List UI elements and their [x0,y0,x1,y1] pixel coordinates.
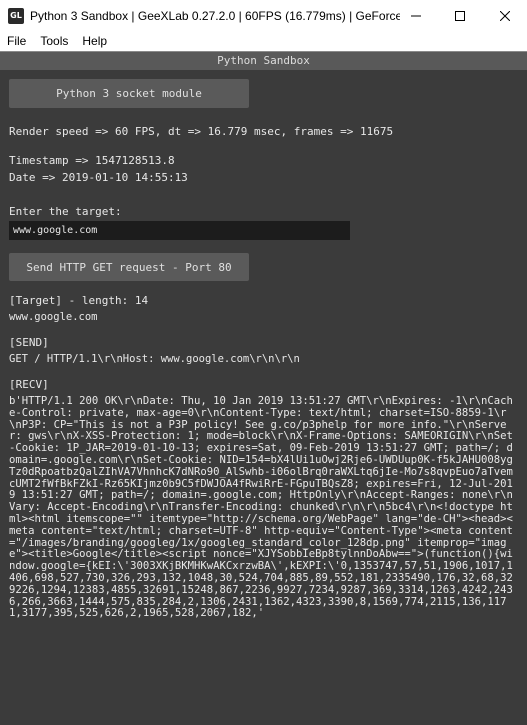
recv-header: [RECV] [9,378,49,391]
target-echo: www.google.com [9,311,98,323]
title-bar: GL Python 3 Sandbox | GeeXLab 0.27.2.0 |… [0,0,527,31]
module-button[interactable]: Python 3 socket module [9,79,249,108]
maximize-icon[interactable] [438,0,482,31]
target-prompt: Enter the target: [9,205,122,218]
menu-bar: File Tools Help [0,31,527,51]
render-speed-text: Render speed => 60 FPS, dt => 16.779 mse… [9,125,394,138]
menu-tools[interactable]: Tools [33,34,75,48]
menu-file[interactable]: File [0,34,33,48]
recv-text: b'HTTP/1.1 200 OK\r\nDate: Thu, 10 Jan 2… [9,395,513,620]
close-icon[interactable] [483,0,527,31]
minimize-icon[interactable] [394,0,438,31]
sandbox-panel: Python Sandbox Python 3 socket module Re… [0,51,527,725]
send-text: GET / HTTP/1.1\r\nHost: www.google.com\r… [9,353,300,365]
target-header: [Target] - length: 14 [9,294,149,307]
send-header: [SEND] [9,336,49,349]
target-input[interactable]: www.google.com [9,221,350,240]
timestamp-text: Timestamp => 1547128513.8 [9,154,175,167]
panel-title: Python Sandbox [0,52,527,70]
send-request-button[interactable]: Send HTTP GET request - Port 80 [9,253,249,281]
menu-help[interactable]: Help [75,34,114,48]
window-title: Python 3 Sandbox | GeeXLab 0.27.2.0 | 60… [30,8,400,23]
geexlab-app-icon: GL [8,7,24,24]
date-text: Date => 2019-01-10 14:55:13 [9,171,188,184]
